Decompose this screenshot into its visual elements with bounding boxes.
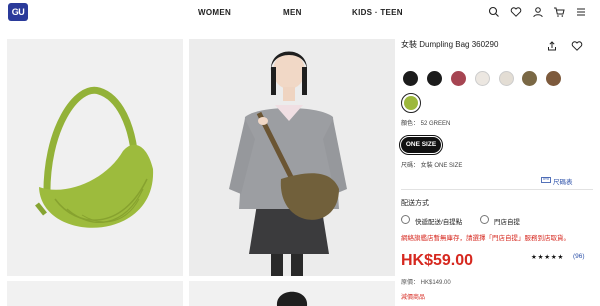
- color-swatch-brown[interactable]: [546, 71, 561, 86]
- menu-icon[interactable]: [575, 6, 587, 18]
- favorite-icon[interactable]: [571, 40, 583, 52]
- color-swatch-black-2[interactable]: [427, 71, 442, 86]
- sale-badge: 減價商品: [401, 295, 426, 301]
- size-label: 尺碼： 女裝 ONE SIZE: [401, 163, 463, 169]
- product-image-4[interactable]: [189, 281, 395, 306]
- color-swatch-offwhite[interactable]: [475, 71, 490, 86]
- color-swatch-olive[interactable]: [522, 71, 537, 86]
- delivery-heading: 配送方式: [401, 200, 429, 207]
- divider: [401, 189, 593, 190]
- original-price: 原價： HK$149.00: [401, 280, 451, 286]
- product-image-3[interactable]: [7, 281, 183, 306]
- nav-men[interactable]: MEN: [283, 8, 302, 17]
- stock-warning: 網絡旗艦店暫無庫存，請選擇「門店自提」服務到店取貨。: [401, 235, 570, 242]
- radio-express-delivery[interactable]: [401, 215, 410, 224]
- product-title: 女裝 Dumpling Bag 360290: [401, 40, 499, 49]
- site-header: GU WOMEN MEN KIDS · TEEN: [0, 0, 600, 26]
- rating-count[interactable]: (96): [573, 253, 585, 260]
- color-swatch-wine[interactable]: [451, 71, 466, 86]
- share-icon[interactable]: [546, 40, 558, 52]
- rating-stars[interactable]: ★★★★★: [531, 253, 564, 261]
- size-chart-link[interactable]: 尺碼表: [553, 176, 573, 186]
- color-swatch-black-1[interactable]: [403, 71, 418, 86]
- nav-women[interactable]: WOMEN: [198, 8, 231, 17]
- ruler-icon[interactable]: [541, 176, 551, 184]
- price: HK$59.00: [401, 252, 474, 269]
- user-icon[interactable]: [532, 6, 544, 18]
- radio-label-express[interactable]: 快遞配送/自提點: [415, 216, 462, 226]
- nav-kids-teen[interactable]: KIDS · TEEN: [352, 8, 403, 17]
- radio-label-store[interactable]: 門店自提: [494, 216, 520, 226]
- product-image-bag[interactable]: [7, 39, 183, 276]
- size-one-size-button[interactable]: ONE SIZE: [398, 134, 444, 156]
- radio-store-pickup[interactable]: [480, 215, 489, 224]
- color-swatch-green-selected[interactable]: [401, 93, 421, 113]
- color-label: 顏色： 52 GREEN: [401, 121, 451, 127]
- cart-icon[interactable]: [553, 6, 565, 18]
- color-swatch-beige[interactable]: [499, 71, 514, 86]
- search-icon[interactable]: [488, 6, 500, 18]
- gu-logo[interactable]: GU: [8, 3, 28, 21]
- product-image-model[interactable]: [189, 39, 395, 276]
- heart-icon[interactable]: [510, 6, 522, 18]
